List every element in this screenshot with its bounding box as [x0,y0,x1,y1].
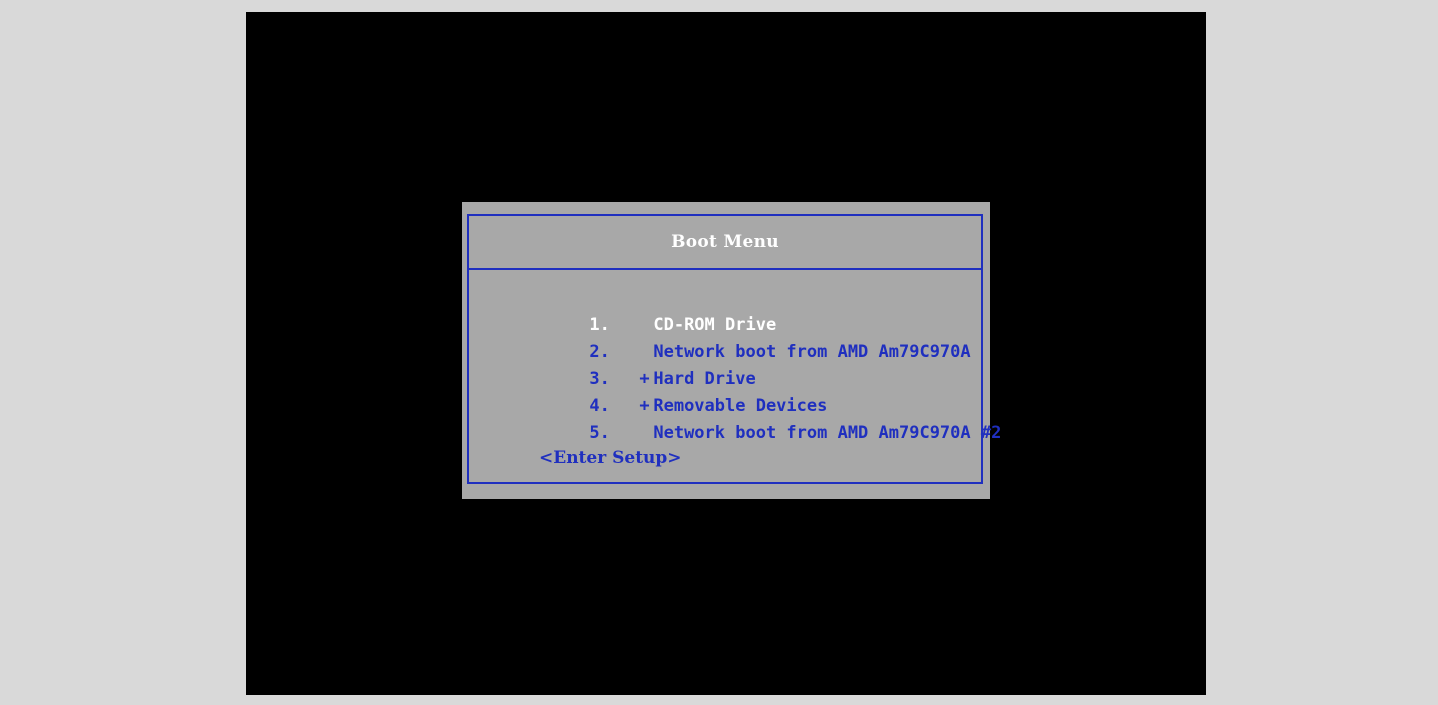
boot-item-number: 3. [589,369,610,389]
bios-screen: Boot Menu 1. CD-ROM Drive 2. Network boot … [246,12,1206,695]
boot-item-label: Network boot from AMD Am79C970A [653,342,971,362]
boot-item-number: 2. [589,342,610,362]
boot-menu-dialog: Boot Menu 1. CD-ROM Drive 2. Network boot … [462,202,1001,499]
enter-setup-option[interactable]: <Enter Setup> [539,448,682,468]
boot-menu-title: Boot Menu [671,232,779,252]
boot-item-cd-rom[interactable]: 1. CD-ROM Drive [487,285,1001,335]
boot-item-label: CD-ROM Drive [653,315,777,335]
boot-item-number: 1. [589,315,610,335]
boot-item-expand-marker: + [639,369,650,389]
boot-device-list: 1. CD-ROM Drive 2. Network boot from AMD A… [487,285,1001,443]
boot-item-number: 4. [589,396,610,416]
boot-item-label: Removable Devices [653,396,828,416]
boot-menu-title-bar: Boot Menu [469,216,981,270]
boot-item-number: 5. [589,423,610,443]
boot-menu-frame: Boot Menu 1. CD-ROM Drive 2. Network boot … [467,214,1001,484]
boot-item-expand-marker: + [639,396,650,416]
boot-item-label: Hard Drive [653,369,756,389]
boot-item-label: Network boot from AMD Am79C970A #2 [653,423,1002,443]
